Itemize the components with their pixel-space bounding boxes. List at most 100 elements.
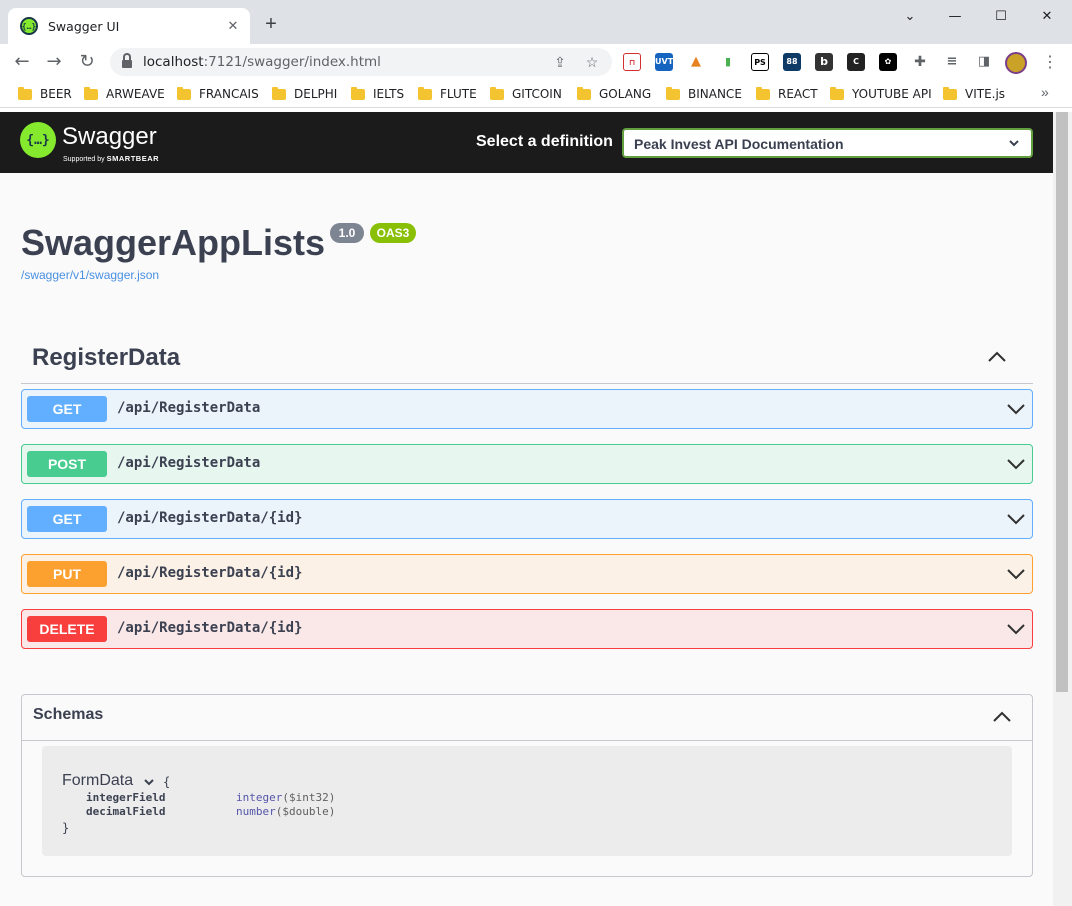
operation-path: /api/RegisterData: [117, 400, 261, 416]
bookmark-label: IELTS: [373, 87, 405, 101]
browser-tab[interactable]: {…} Swagger UI ✕: [8, 8, 250, 44]
chevron-down-icon[interactable]: [1006, 454, 1026, 474]
operation-path: /api/RegisterData/{id}: [117, 620, 303, 636]
reload-icon[interactable]: ↻: [75, 50, 99, 74]
chevron-down-icon[interactable]: [1006, 619, 1026, 639]
back-icon[interactable]: ←: [10, 50, 34, 74]
side-panel-icon[interactable]: ◨: [975, 53, 993, 71]
bookmark-label: DELPHI: [294, 87, 338, 101]
model-name[interactable]: FormData: [62, 772, 133, 790]
ps-extension-icon[interactable]: PS: [751, 53, 769, 71]
bookmark-star-icon[interactable]: ☆: [582, 52, 602, 72]
type-format: ($double): [275, 805, 336, 818]
property-name: integerField: [86, 791, 166, 804]
open-brace: {: [163, 775, 171, 789]
schemas-title: Schemas: [33, 706, 104, 723]
property-name: decimalField: [86, 805, 166, 818]
bookmark-label: BEER: [40, 87, 72, 101]
schemas-header[interactable]: Schemas: [22, 695, 1032, 741]
folder-icon: [351, 86, 365, 100]
property-type: integer($int32): [236, 791, 335, 804]
bookmark-folder[interactable]: GITCOIN: [490, 86, 562, 102]
folder-icon: [830, 86, 844, 100]
folder-icon: [418, 86, 432, 100]
scrollbar-thumb[interactable]: [1056, 112, 1068, 692]
extension-icon[interactable]: 88: [783, 53, 801, 71]
opblock-put[interactable]: PUT /api/RegisterData/{id}: [21, 554, 1033, 594]
bookmark-label: GOLANG: [599, 87, 652, 101]
supported-by-text: Supported by SMARTBEAR: [63, 154, 159, 163]
bookmark-folder[interactable]: BINANCE: [666, 86, 742, 102]
folder-icon: [84, 86, 98, 100]
chevron-up-icon[interactable]: [990, 705, 1014, 729]
oas-badge: OAS3: [370, 223, 416, 243]
chevron-down-icon[interactable]: [1006, 564, 1026, 584]
forward-icon[interactable]: →: [42, 50, 66, 74]
extension-icon[interactable]: b: [815, 53, 833, 71]
browser-toolbar: ← → ↻ localhost:7121/swagger/index.html …: [0, 44, 1072, 80]
bookmark-folder[interactable]: GOLANG: [577, 86, 651, 102]
extension-icon[interactable]: ⊓: [623, 53, 641, 71]
media-control-icon[interactable]: ≡: [943, 53, 961, 71]
bookmark-label: GITCOIN: [512, 87, 562, 101]
url-text[interactable]: localhost:7121/swagger/index.html: [143, 54, 381, 70]
share-icon[interactable]: ⇪: [550, 52, 570, 72]
bookmark-folder[interactable]: YOUTUBE API: [830, 86, 932, 102]
minimize-icon[interactable]: —: [940, 6, 970, 28]
version-badge: 1.0: [330, 223, 364, 243]
spec-json-link[interactable]: /swagger/v1/swagger.json: [21, 268, 159, 282]
chevron-up-icon[interactable]: [985, 345, 1009, 369]
address-bar[interactable]: localhost:7121/swagger/index.html ⇪ ☆: [110, 48, 612, 76]
browser-tab-strip: {…} Swagger UI ✕ + ⌄ — ☐ ✕: [0, 0, 1072, 44]
puzzle-extensions-icon[interactable]: ✚: [911, 53, 929, 71]
tab-search-icon[interactable]: ⌄: [895, 6, 925, 28]
metamask-icon[interactable]: ▲: [687, 53, 705, 71]
definition-select[interactable]: Peak Invest API Documentation: [622, 128, 1033, 158]
bookmark-folder[interactable]: ARWEAVE: [84, 86, 165, 102]
bookmark-label: YOUTUBE API: [852, 87, 932, 101]
chevron-down-icon[interactable]: [143, 776, 155, 788]
folder-icon: [177, 86, 191, 100]
bookmark-folder[interactable]: DELPHI: [272, 86, 337, 102]
opblock-post[interactable]: POST /api/RegisterData: [21, 444, 1033, 484]
opblock-get[interactable]: GET /api/RegisterData: [21, 389, 1033, 429]
chart-extension-icon[interactable]: ▮: [719, 53, 737, 71]
property-type: number($double): [236, 805, 335, 818]
operation-path: /api/RegisterData/{id}: [117, 510, 303, 526]
bookmark-folder[interactable]: BEER: [18, 86, 72, 102]
bookmark-folder[interactable]: REACT: [756, 86, 818, 102]
browser-menu-icon[interactable]: ⋮: [1042, 50, 1058, 76]
tab-title: Swagger UI: [48, 18, 120, 34]
bookmark-folder[interactable]: FLUTE: [418, 86, 477, 102]
opblock-delete[interactable]: DELETE /api/RegisterData/{id}: [21, 609, 1033, 649]
swagger-favicon-icon: {…}: [20, 17, 38, 35]
folder-icon: [577, 86, 591, 100]
chevron-down-icon[interactable]: [1006, 509, 1026, 529]
bookmark-folder[interactable]: IELTS: [351, 86, 404, 102]
extension-icon[interactable]: UVT: [655, 53, 673, 71]
bookmark-folder[interactable]: VITE.js: [943, 86, 1005, 102]
method-badge: PUT: [27, 561, 107, 587]
profile-avatar[interactable]: [1005, 52, 1027, 74]
more-bookmarks-icon[interactable]: »: [1041, 84, 1049, 100]
method-badge: POST: [27, 451, 107, 477]
extension-icon[interactable]: C: [847, 53, 865, 71]
type-format: ($int32): [282, 791, 336, 804]
close-window-icon[interactable]: ✕: [1032, 6, 1062, 28]
chevron-down-icon[interactable]: [1006, 399, 1026, 419]
operation-path: /api/RegisterData: [117, 455, 261, 471]
method-badge: GET: [27, 506, 107, 532]
selected-definition: Peak Invest API Documentation: [634, 136, 844, 152]
operation-path: /api/RegisterData/{id}: [117, 565, 303, 581]
bookmark-folder[interactable]: FRANCAIS: [177, 86, 259, 102]
tab-close-icon[interactable]: ✕: [224, 17, 242, 35]
smartbear-label: SMARTBEAR: [106, 154, 160, 163]
extension-icon[interactable]: ✿: [879, 53, 897, 71]
select-definition-label: Select a definition: [476, 133, 613, 150]
swagger-logo-icon[interactable]: {…}: [20, 122, 56, 158]
swagger-logo-text[interactable]: Swagger: [62, 123, 157, 151]
new-tab-button[interactable]: +: [260, 14, 282, 36]
opblock-get[interactable]: GET /api/RegisterData/{id}: [21, 499, 1033, 539]
tag-title[interactable]: RegisterData: [32, 344, 180, 372]
maximize-icon[interactable]: ☐: [986, 6, 1016, 28]
